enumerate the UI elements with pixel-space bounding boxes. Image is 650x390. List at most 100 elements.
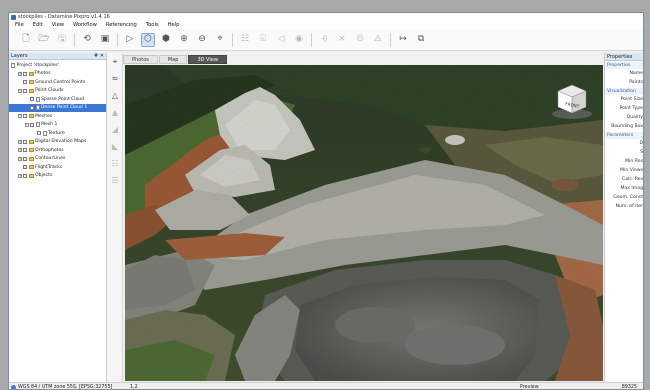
folder-icon — [28, 71, 34, 76]
layer-item[interactable]: Sparse Point Cloud — [9, 95, 106, 104]
tab-map[interactable]: Map — [158, 55, 188, 64]
property-label: Name — [629, 71, 643, 76]
property-label: Max Imag — [620, 186, 643, 191]
run-icon[interactable]: ▷ — [123, 33, 137, 47]
folder-icon — [28, 165, 34, 170]
visibility-checkbox[interactable] — [37, 131, 41, 136]
layers-tree: Project 'stockpiles' + Photos Ground Contro… — [9, 60, 106, 180]
expander-icon[interactable]: − — [18, 88, 22, 93]
zoom-out-icon[interactable]: ⊖ — [195, 33, 209, 47]
tab-3d-view[interactable]: 3D View — [188, 55, 227, 64]
layers-stack-icon[interactable]: ☷ — [109, 158, 121, 170]
cube-icon[interactable]: ⬢ — [159, 33, 173, 47]
expander-icon[interactable]: + — [18, 156, 22, 161]
point-move-icon[interactable]: ⨸ — [353, 33, 367, 47]
visibility-checkbox[interactable] — [23, 88, 27, 93]
point-edit-icon[interactable]: ⨯ — [335, 33, 349, 47]
zoom-fit-icon[interactable]: ⌖ — [213, 33, 227, 47]
layer-item[interactable]: Ground Control Points — [9, 78, 106, 87]
document-icon — [35, 122, 40, 128]
expander-icon[interactable]: − — [18, 114, 22, 119]
expander-icon[interactable]: − — [25, 122, 29, 127]
tab-photos[interactable]: Photos — [123, 55, 158, 64]
polyline-icon[interactable]: ≈ — [109, 73, 121, 85]
eye-icon[interactable]: ◉ — [292, 33, 306, 47]
close-icon[interactable]: ✕ — [100, 53, 104, 59]
layers-icon[interactable]: ⧉ — [414, 33, 428, 47]
visibility-checkbox[interactable] — [23, 173, 27, 178]
expander-icon[interactable]: + — [18, 148, 22, 153]
properties-section-header[interactable]: Visualization — [605, 88, 643, 95]
open-folder-icon[interactable]: 🗁 — [37, 33, 51, 47]
align-icon[interactable]: ☷ — [238, 33, 252, 47]
visibility-checkbox[interactable] — [23, 139, 27, 144]
menu-tools[interactable]: Tools — [146, 22, 159, 28]
flag-icon[interactable]: ◁ — [274, 33, 288, 47]
folder-icon — [28, 148, 34, 153]
layer-item[interactable]: − Mesh 1 — [9, 121, 106, 130]
layer-item[interactable]: + Digital Elevation Maps — [9, 138, 106, 147]
properties-section-header[interactable]: Properties — [605, 62, 643, 69]
target-icon[interactable]: ⌖ — [109, 56, 121, 68]
menu-workflow[interactable]: Workflow — [73, 22, 97, 28]
menu-view[interactable]: View — [52, 22, 64, 28]
zoom-in-icon[interactable]: ⊕ — [177, 33, 191, 47]
layer-item[interactable]: + Photos — [9, 70, 106, 79]
layers-panel-header: Layers # ✕ — [9, 53, 106, 60]
layer-item[interactable]: Dense Point Cloud 1 — [9, 103, 106, 112]
new-file-icon[interactable]: 🗋 — [19, 33, 33, 47]
triangle-icon[interactable]: △ — [109, 90, 121, 102]
expander-icon[interactable]: + — [18, 71, 22, 76]
view-cube[interactable]: FRONT — [550, 81, 594, 121]
visibility-checkbox[interactable] — [23, 156, 27, 161]
status-bar: WGS 84 / UTM zone 55S, [EPSG:32755] 1,2 … — [9, 382, 643, 390]
layer-item[interactable]: Project 'stockpiles' — [9, 61, 106, 70]
export-icon[interactable]: ☰ — [109, 175, 121, 187]
image-icon[interactable]: ▣ — [98, 33, 112, 47]
volume-icon[interactable]: ▲ — [109, 107, 121, 119]
pin-icon[interactable]: # — [94, 53, 98, 59]
layer-item[interactable]: − Meshes — [9, 112, 106, 121]
layer-item[interactable]: − Point Clouds — [9, 87, 106, 96]
visibility-checkbox[interactable] — [23, 114, 27, 119]
measure-icon[interactable]: ⌹ — [256, 33, 270, 47]
properties-section-header[interactable]: Parameters — [605, 132, 643, 139]
visibility-checkbox[interactable] — [23, 80, 27, 85]
expander-icon[interactable]: + — [18, 139, 22, 144]
layer-item[interactable]: + Orthophotos — [9, 146, 106, 155]
property-label: Calc. Res — [622, 177, 643, 182]
visibility-checkbox[interactable] — [30, 122, 34, 127]
visibility-checkbox[interactable] — [23, 165, 27, 170]
crop-icon[interactable]: ↦ — [396, 33, 410, 47]
layer-item[interactable]: + ContourLines — [9, 155, 106, 164]
menu-referencing[interactable]: Referencing — [106, 22, 137, 28]
layer-item-label: Sparse Point Cloud — [41, 96, 85, 102]
save-icon[interactable]: 🖫 — [55, 33, 69, 47]
layer-item[interactable]: Texture — [9, 129, 106, 138]
layer-item[interactable]: + Objects — [9, 172, 106, 181]
visibility-checkbox[interactable] — [30, 105, 34, 110]
document-icon — [42, 130, 47, 136]
layer-item-label: Digital Elevation Maps — [35, 139, 87, 145]
3d-view-icon[interactable]: ⬡ — [141, 32, 155, 47]
menu-file[interactable]: File — [15, 22, 24, 28]
property-label: Points — [629, 80, 643, 85]
crs-indicator[interactable]: WGS 84 / UTM zone 55S, [EPSG:32755] — [11, 384, 130, 389]
visibility-checkbox[interactable] — [23, 148, 27, 153]
visibility-checkbox[interactable] — [30, 97, 34, 102]
expander-icon[interactable]: + — [18, 173, 22, 178]
import-icon[interactable]: ⟲ — [80, 33, 94, 47]
visibility-checkbox[interactable] — [23, 71, 27, 76]
property-label: Min Res — [625, 159, 643, 164]
stockpile-icon[interactable]: ◢ — [109, 124, 121, 136]
point-delete-icon[interactable]: ⨹ — [371, 33, 385, 47]
render-mode: Preview — [520, 384, 539, 390]
menu-help[interactable]: Help — [168, 22, 180, 28]
property-label: Point Type — [619, 106, 643, 111]
folder-icon — [28, 114, 34, 119]
menu-edit[interactable]: Edit — [33, 22, 43, 28]
3d-viewport[interactable]: FRONT — [125, 65, 603, 381]
point-add-icon[interactable]: ⨮ — [317, 33, 331, 47]
cut-icon[interactable]: ◣ — [109, 141, 121, 153]
layer-item[interactable]: FlightTracks — [9, 163, 106, 172]
